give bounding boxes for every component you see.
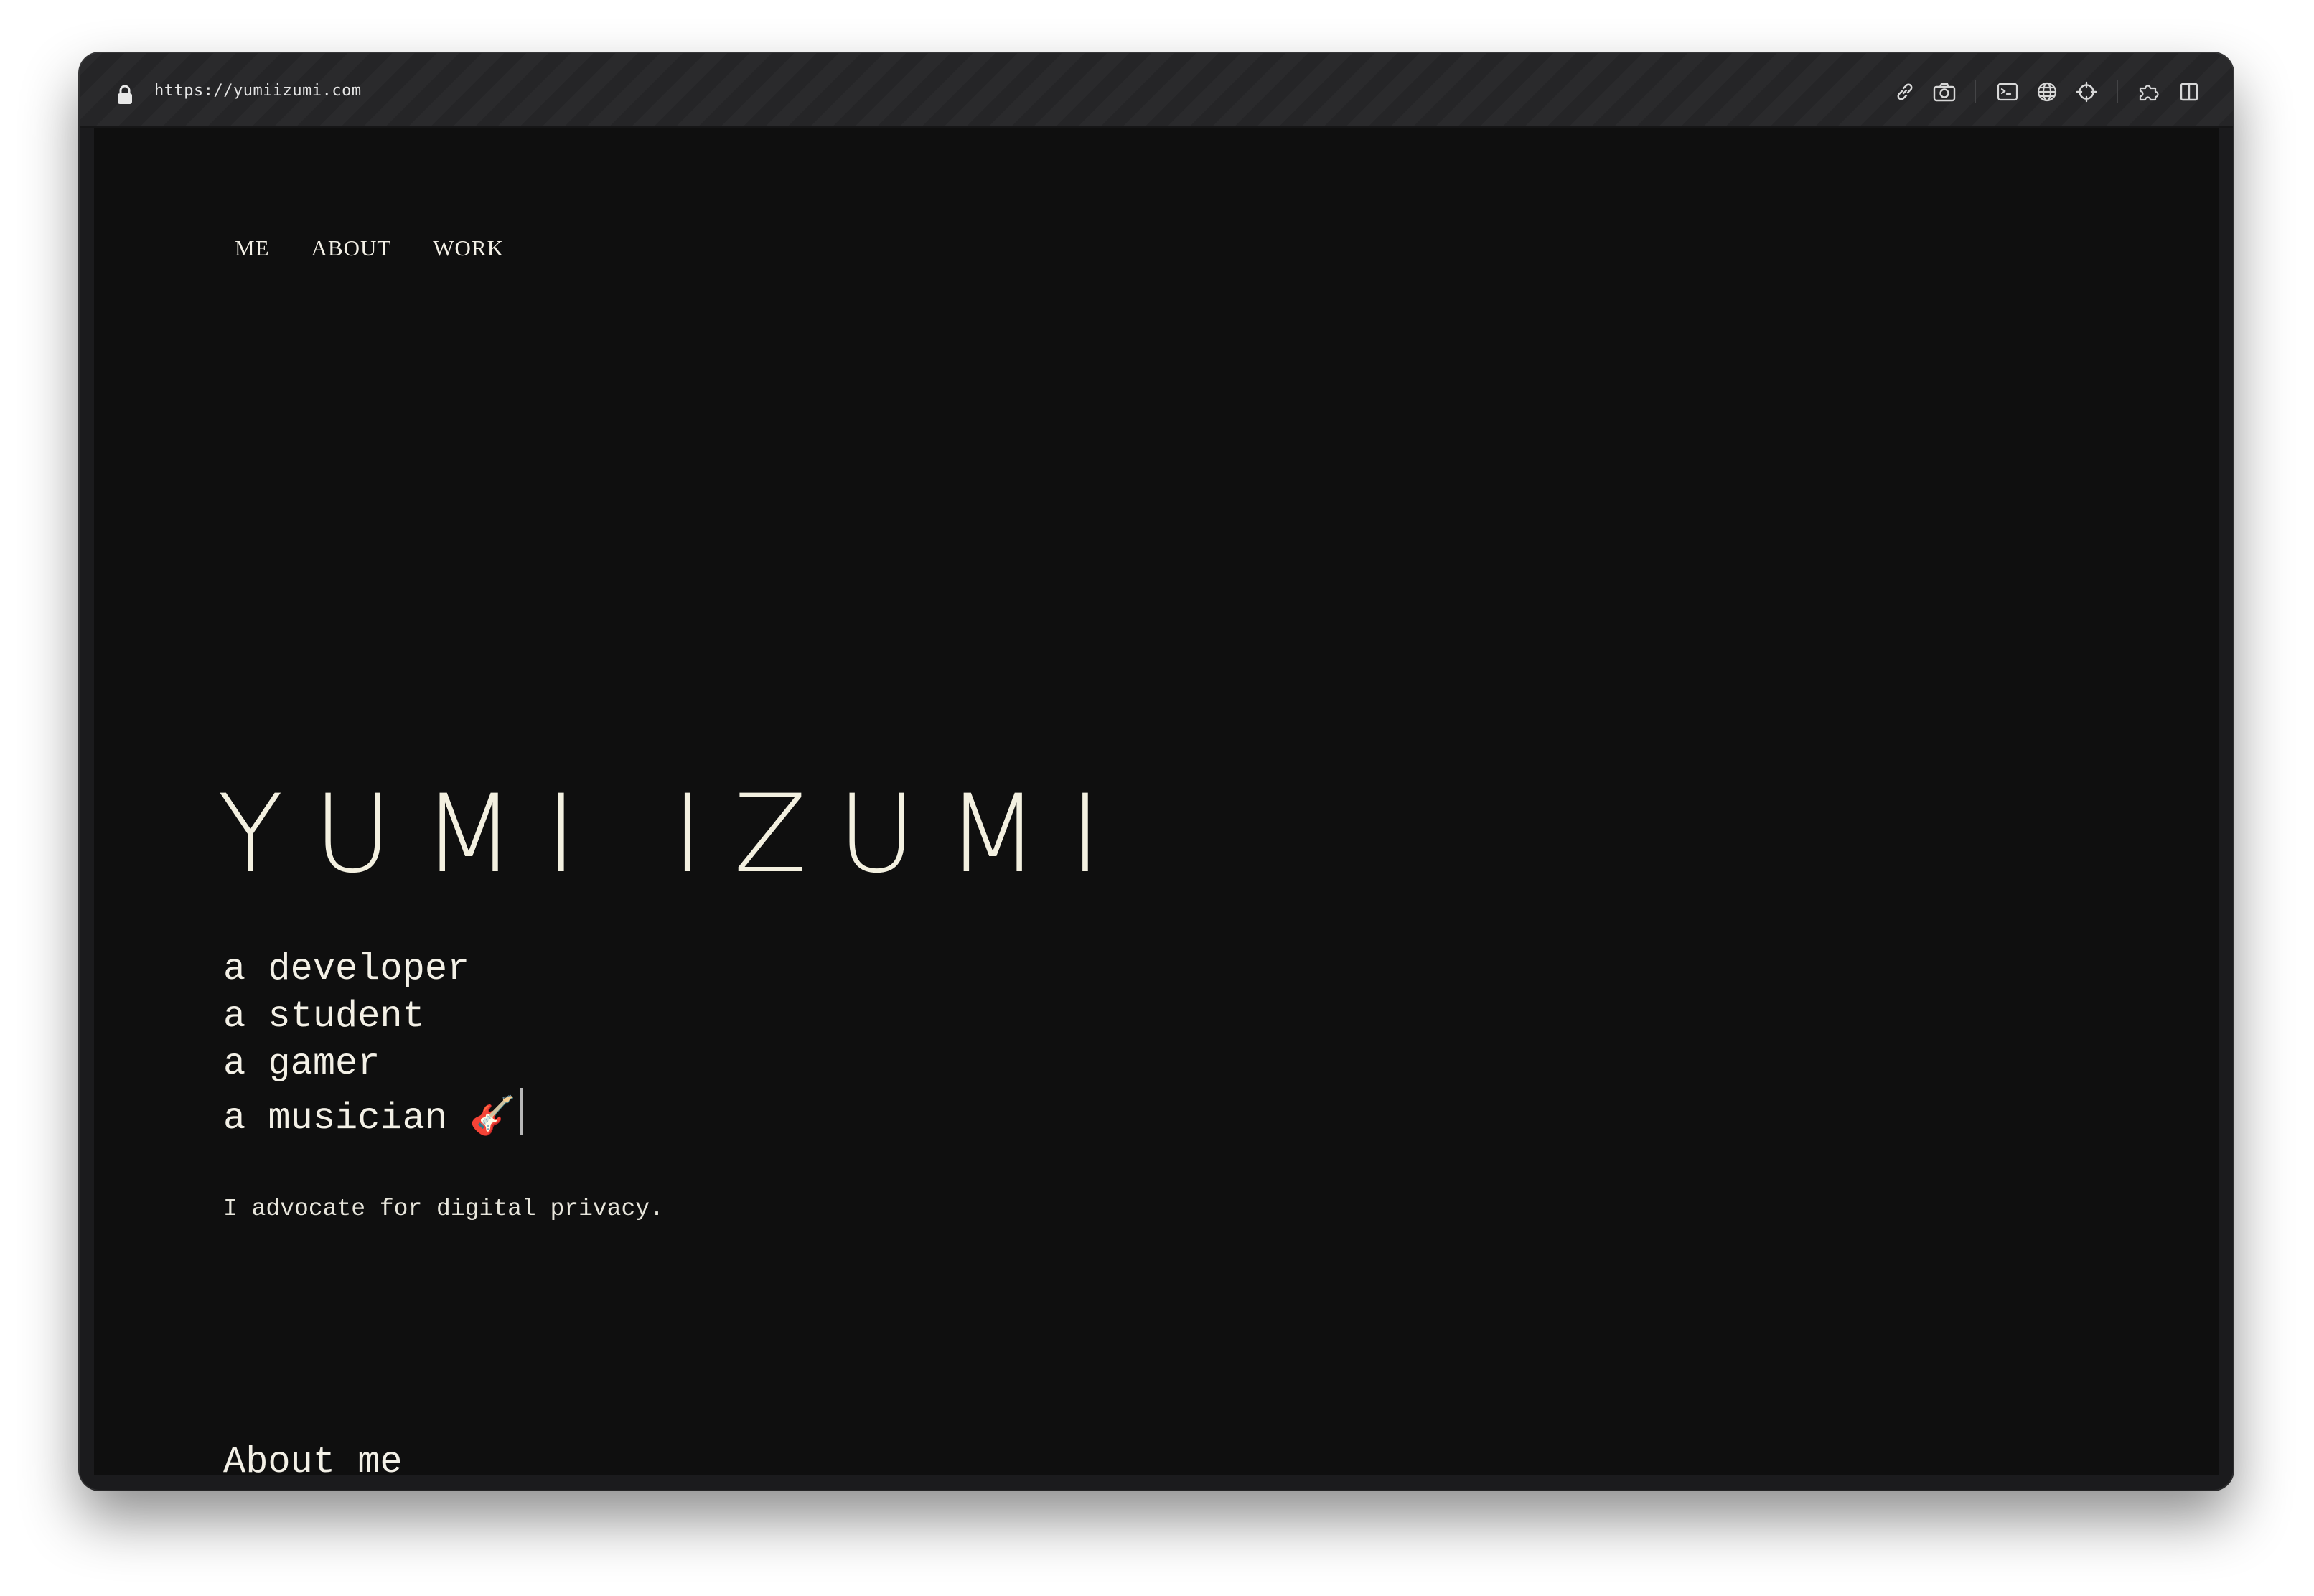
nav-item-work[interactable]: WORK [433, 235, 504, 261]
role-item: a gamer [223, 1043, 380, 1085]
camera-icon[interactable] [1931, 79, 1957, 105]
browser-toolbar: https://yumiizumi.com [80, 53, 2233, 128]
role-item-text: a musician 🎸 [223, 1097, 517, 1140]
roles-list: a developer a student a gamer a musician… [223, 946, 523, 1142]
sidebar-icon[interactable] [2176, 79, 2202, 105]
toolbar-divider [2117, 80, 2118, 103]
browser-window: https://yumiizumi.com ME ABOUT WORK YUMI… [80, 53, 2233, 1490]
page-viewport: ME ABOUT WORK YUMI IZUMI a developer a s… [94, 128, 2219, 1475]
about-heading: About me [223, 1441, 403, 1475]
role-item: a developer [223, 948, 470, 990]
address-bar-url[interactable]: https://yumiizumi.com [154, 82, 362, 100]
nav-item-about[interactable]: ABOUT [312, 235, 392, 261]
puzzle-icon[interactable] [2137, 79, 2163, 105]
hero-name: YUMI IZUMI [217, 772, 1132, 897]
typing-cursor [520, 1088, 523, 1135]
crosshair-icon[interactable] [2074, 79, 2099, 105]
nav-item-me[interactable]: ME [235, 235, 270, 261]
site-nav: ME ABOUT WORK [235, 235, 504, 261]
lock-icon [118, 85, 132, 104]
toolbar-divider [1975, 80, 1976, 103]
globe-icon[interactable] [2034, 79, 2060, 105]
terminal-icon[interactable] [1995, 79, 2020, 105]
role-item-last: a musician 🎸 [223, 1088, 523, 1142]
tagline: I advocate for digital privacy. [223, 1196, 664, 1222]
link-icon[interactable] [1892, 79, 1918, 105]
role-item: a student [223, 995, 425, 1038]
